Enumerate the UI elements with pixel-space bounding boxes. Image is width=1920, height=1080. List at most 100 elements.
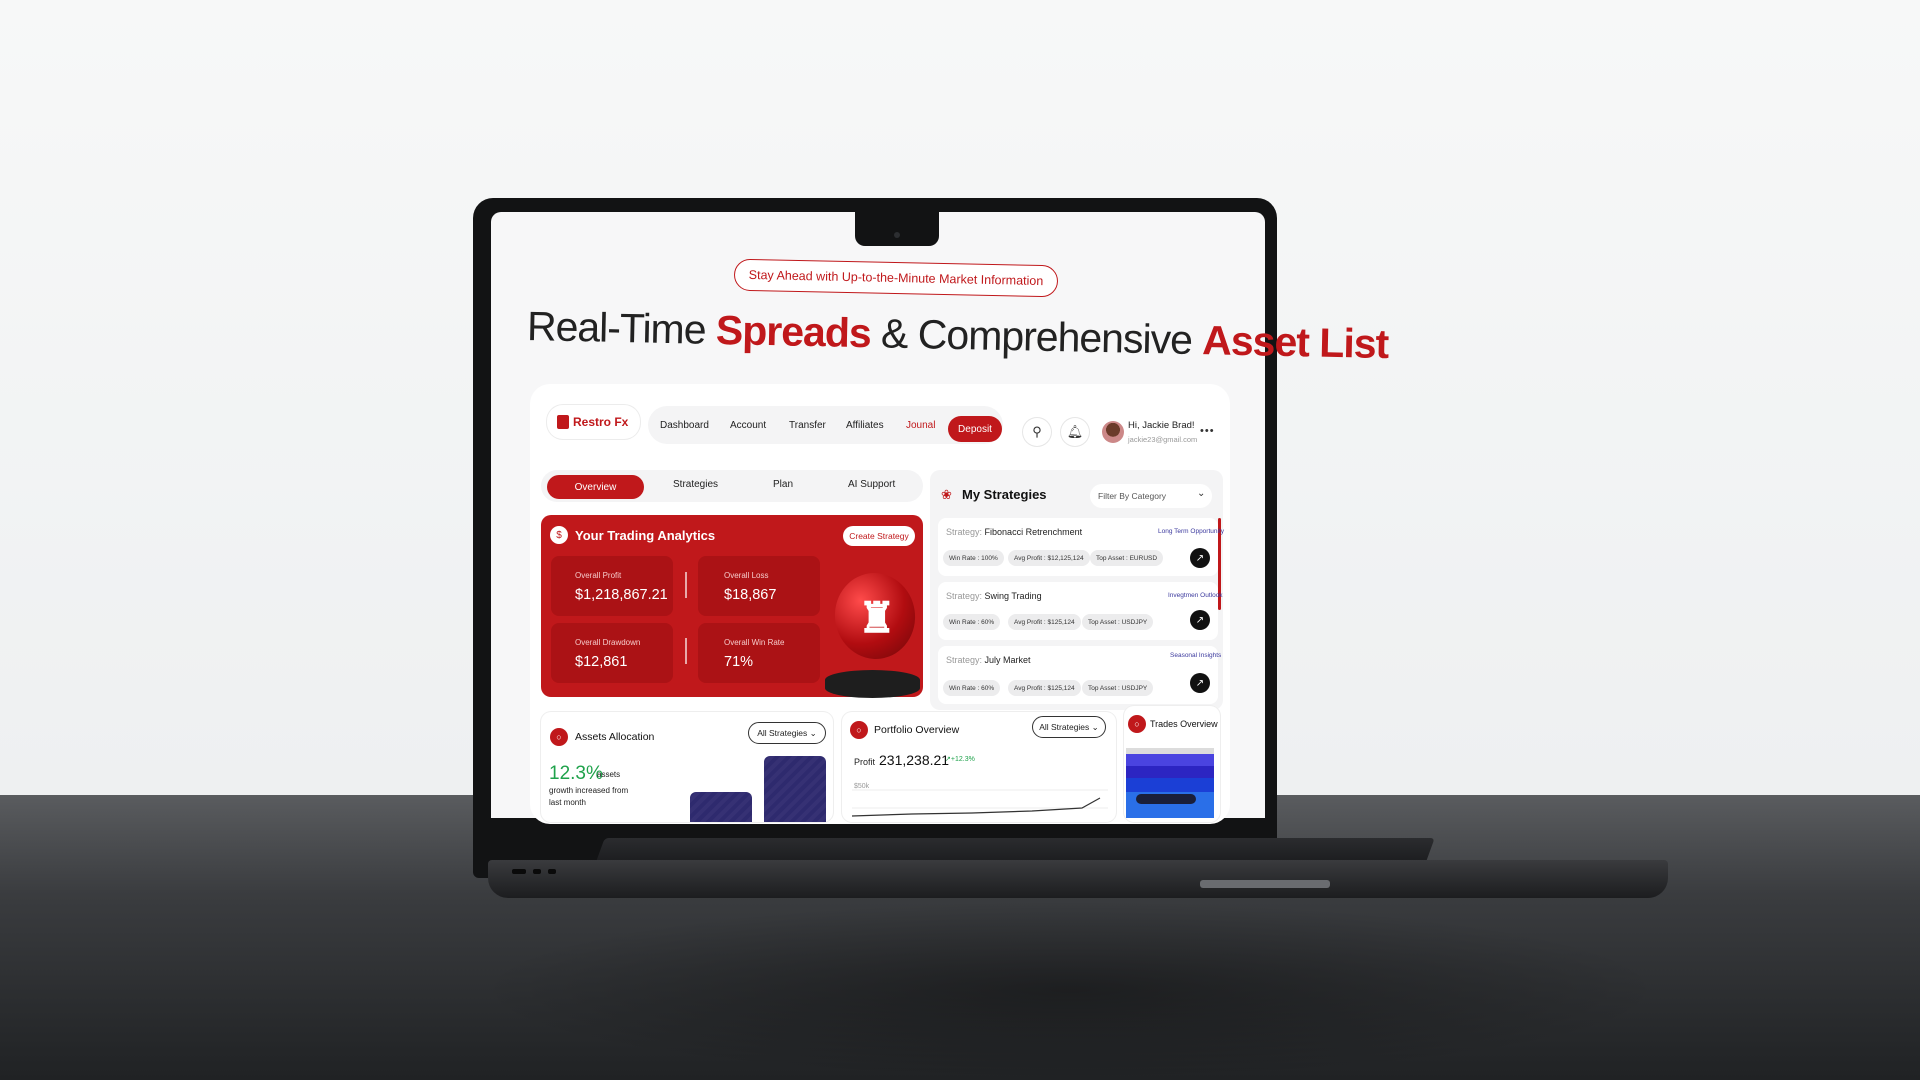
stat-label: Overall Loss — [724, 571, 769, 580]
nav-item-transfer[interactable]: Transfer — [789, 420, 826, 431]
strategy-name: Strategy: July Market — [946, 655, 1031, 665]
strategy-tag: Invegtmen Outlook — [1168, 592, 1223, 599]
trades-band — [1126, 778, 1214, 792]
avatar[interactable] — [1102, 421, 1124, 443]
laptop-port — [533, 869, 541, 874]
chevron-down-icon: ⌄ — [1197, 488, 1206, 499]
banner-pill: Stay Ahead with Up-to-the-Minute Market … — [733, 258, 1059, 298]
top-asset-chip: Top Asset : USDJPY — [1082, 680, 1154, 696]
nav-item-journal[interactable]: Jounal — [906, 420, 935, 431]
brand-logo[interactable]: Restro Fx — [547, 405, 640, 439]
allocation-icon: ○ — [550, 728, 568, 746]
arrow-up-right-icon: ↗ — [1195, 614, 1205, 626]
tab-strategies[interactable]: Strategies — [673, 479, 718, 490]
desk-reflection — [470, 900, 1670, 1080]
filter-by-category-select[interactable]: Filter By Category — [1090, 484, 1212, 508]
avg-profit-chip: Avg Profit : $12,125,124 — [1008, 550, 1090, 566]
search-icon: ⚲ — [1032, 424, 1042, 439]
strategy-name: Strategy: Fibonacci Retrenchment — [946, 527, 1082, 537]
trades-icon: ○ — [1128, 715, 1146, 733]
strategy-tag: Long Term Opportunity — [1158, 528, 1224, 535]
laptop-port — [512, 869, 526, 874]
avg-profit-chip: Avg Profit : $125,124 — [1008, 680, 1081, 696]
chevron-down-icon: ⌄ — [1091, 721, 1099, 732]
portfolio-icon: ○ — [850, 721, 868, 739]
strategies-title: My Strategies — [962, 487, 1047, 502]
strategy-prefix: Strategy: — [946, 527, 983, 537]
headline-part-1: Real-Time — [526, 303, 717, 353]
trades-title: Trades Overview — [1150, 719, 1218, 729]
trades-stacked-chart — [1126, 748, 1214, 818]
allocation-growth-note: growth increased from last month — [549, 786, 629, 807]
strategy-name: Strategy: Swing Trading — [946, 591, 1042, 601]
tab-ai-support[interactable]: AI Support — [848, 479, 895, 490]
strategy-title: July Market — [984, 655, 1031, 665]
trades-band — [1126, 748, 1214, 754]
brand-name: Restro Fx — [573, 415, 629, 429]
camera-notch — [855, 212, 939, 246]
camera-icon — [894, 232, 900, 238]
open-strategy-button[interactable]: ↗ — [1190, 610, 1210, 630]
stat-value: $1,218,867.21 — [575, 587, 668, 603]
portfolio-strategy-select[interactable]: All Strategies ⌄ — [1032, 716, 1106, 738]
headline-part-3: & Comprehensive — [870, 310, 1203, 364]
laptop-base — [488, 860, 1668, 898]
search-button[interactable]: ⚲ — [1023, 418, 1051, 446]
stat-card-win-rate — [698, 623, 820, 683]
open-strategy-button[interactable]: ↗ — [1190, 548, 1210, 568]
deposit-button[interactable]: Deposit — [948, 416, 1002, 442]
chevron-down-icon: ⌄ — [809, 727, 817, 738]
top-asset-chip: Top Asset : USDJPY — [1082, 614, 1154, 630]
stat-value: 71% — [724, 654, 754, 670]
win-rate-chip: Win Rate : 100% — [943, 550, 1004, 566]
nav-item-dashboard[interactable]: Dashboard — [660, 420, 709, 431]
analytics-title: Your Trading Analytics — [575, 528, 716, 543]
strategy-prefix: Strategy: — [946, 591, 983, 601]
allocation-growth-unit: assets — [597, 770, 621, 779]
arrow-up-right-icon: ↗ — [1195, 677, 1205, 689]
laptop-port — [548, 869, 556, 874]
headline-part-4: Asset List — [1201, 317, 1389, 368]
headline-part-2: Spreads — [715, 306, 872, 357]
profit-value: 231,238.21 — [879, 752, 950, 768]
coin-logo-glyph: ♜ — [858, 594, 896, 641]
allocation-select-value: All Strategies — [757, 728, 808, 738]
filter-value: Filter By Category — [1098, 491, 1167, 501]
allocation-growth-percent: 12.3% — [549, 763, 603, 784]
allocation-title: Assets Allocation — [575, 731, 655, 743]
profit-delta: ↗+12.3% — [945, 756, 975, 763]
strategy-title: Fibonacci Retrenchment — [984, 527, 1083, 537]
tab-overview[interactable]: Overview — [547, 475, 644, 499]
allocation-bar — [690, 792, 752, 822]
nav-item-account[interactable]: Account — [730, 420, 766, 431]
arrow-up-right-icon: ↗ — [1195, 552, 1205, 564]
stat-card-profit — [551, 556, 673, 616]
stat-divider — [685, 572, 687, 598]
nav-item-affiliates[interactable]: Affiliates — [846, 420, 884, 431]
notifications-button[interactable]: 🔔︎ — [1061, 418, 1089, 446]
allocation-strategy-select[interactable]: All Strategies ⌄ — [748, 722, 826, 744]
portfolio-line-chart — [852, 789, 1108, 817]
allocation-bar — [764, 756, 826, 822]
top-asset-chip: Top Asset : EURUSD — [1090, 550, 1164, 566]
avg-profit-chip: Avg Profit : $125,124 — [1008, 614, 1081, 630]
strategy-prefix: Strategy: — [946, 655, 983, 665]
win-rate-chip: Win Rate : 60% — [943, 680, 1001, 696]
stat-label: Overall Win Rate — [724, 638, 785, 647]
strategy-tag: Seasonal Insights — [1170, 652, 1222, 659]
portfolio-series-line — [852, 797, 1101, 817]
trades-band — [1126, 766, 1214, 778]
strategies-icon: ❀ — [941, 487, 952, 502]
analytics-icon: $ — [550, 526, 568, 544]
profit-delta-value: +12.3% — [950, 756, 975, 763]
user-greeting: Hi, Jackie Brad! — [1128, 420, 1195, 431]
more-icon[interactable]: ••• — [1200, 425, 1215, 437]
tab-plan[interactable]: Plan — [773, 479, 793, 490]
strategy-title: Swing Trading — [984, 591, 1042, 601]
stat-card-drawdown — [551, 623, 673, 683]
portfolio-select-value: All Strategies — [1039, 722, 1090, 732]
create-strategy-button[interactable]: Create Strategy — [843, 526, 915, 546]
coin-pedestal — [825, 670, 920, 698]
open-strategy-button[interactable]: ↗ — [1190, 673, 1210, 693]
profit-label: Profit — [854, 757, 876, 767]
